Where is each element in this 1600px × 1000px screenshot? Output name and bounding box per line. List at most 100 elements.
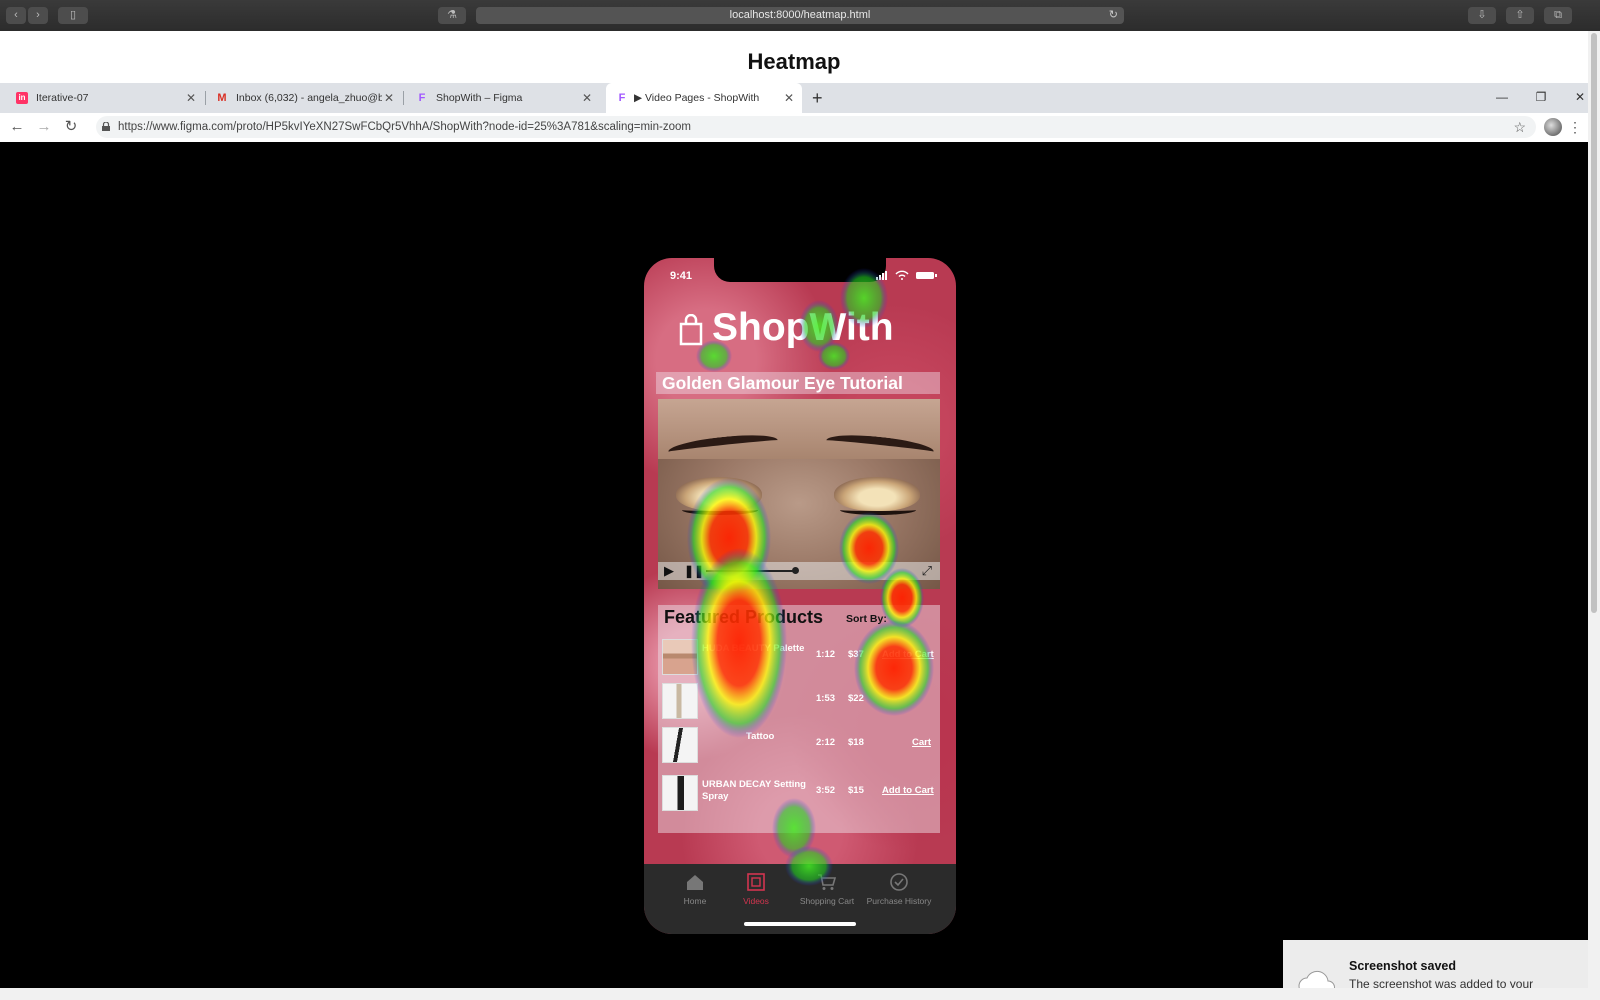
lashes-right: [840, 505, 916, 515]
featured-products-panel: Featured Products Sort By: HUDA BEAUTY P…: [658, 605, 940, 833]
figma-icon: F: [618, 92, 626, 104]
product-timestamp[interactable]: 3:52: [816, 785, 835, 796]
new-tab-button[interactable]: +: [812, 83, 832, 113]
product-price: $15: [848, 785, 864, 796]
video-player[interactable]: [658, 399, 940, 589]
reload-icon[interactable]: ↻: [1109, 7, 1118, 24]
video-title-bar: Golden Glamour Eye Tutorial: [656, 372, 940, 394]
product-thumbnail[interactable]: [662, 683, 698, 719]
close-icon[interactable]: ✕: [784, 83, 794, 113]
forward-arrow-icon[interactable]: →: [35, 118, 53, 136]
bookmark-star-icon[interactable]: ☆: [1513, 118, 1526, 136]
lock-icon: [102, 122, 110, 131]
safari-url-text: localhost:8000/heatmap.html: [729, 9, 871, 21]
chrome-tab-strip: in Iterative-07 ✕ M Inbox (6,032) - ange…: [0, 83, 1588, 113]
featured-products-heading: Featured Products: [664, 607, 824, 627]
status-time: 9:41: [670, 270, 693, 282]
product-timestamp[interactable]: 1:12: [816, 649, 835, 660]
safari-forward-button[interactable]: ›: [28, 7, 48, 24]
notification-title: Screenshot saved: [1349, 959, 1456, 973]
tab-label: ▶ Video Pages - ShopWith: [634, 92, 760, 104]
pause-icon[interactable]: ❚❚: [684, 564, 704, 578]
page-header: Heatmap: [0, 31, 1588, 83]
tab-label: Iterative-07: [36, 92, 89, 104]
seek-bar[interactable]: [706, 570, 794, 572]
flask-icon[interactable]: ⚗: [438, 7, 466, 24]
back-arrow-icon[interactable]: ←: [8, 118, 26, 136]
product-thumbnail[interactable]: [662, 727, 698, 763]
videos-icon: [747, 873, 765, 891]
phone-prototype: 9:41 ShopWith Golden Glamour Eye Tutoria…: [644, 258, 956, 934]
omnibox[interactable]: https://www.figma.com/proto/HP5kvIYeXN27…: [96, 116, 1536, 138]
window-close-icon[interactable]: ✕: [1570, 83, 1590, 113]
seek-handle[interactable]: [792, 567, 799, 574]
tabs-overview-icon[interactable]: ⧉: [1544, 7, 1572, 24]
tab-label: Shopping Cart: [799, 896, 855, 906]
tab-label: Home: [683, 896, 707, 906]
tab-purchase-history[interactable]: Purchase History: [864, 864, 934, 906]
menu-icon[interactable]: ⋮: [1568, 118, 1582, 136]
safari-back-button[interactable]: ‹: [6, 7, 26, 24]
safari-address-bar[interactable]: localhost:8000/heatmap.html ↻: [476, 7, 1124, 24]
browser-tab-iterative[interactable]: in Iterative-07 ✕: [0, 83, 204, 113]
fullscreen-icon[interactable]: ⤢: [922, 563, 932, 579]
product-timestamp[interactable]: 1:53: [816, 693, 835, 704]
share-icon[interactable]: ⇧: [1506, 7, 1534, 24]
browser-tab-figma[interactable]: F ShopWith – Figma ✕: [404, 83, 600, 113]
phone-notch: [714, 258, 886, 282]
app-tab-bar: Home Videos Shopping Cart Purchase Histo…: [644, 864, 956, 934]
video-controls: ▶ ❚❚ ⤢: [658, 562, 940, 580]
product-price: $22: [848, 693, 864, 704]
shopping-bag-icon: [679, 314, 703, 346]
close-icon[interactable]: ✕: [186, 83, 196, 113]
restore-icon[interactable]: ❐: [1531, 83, 1551, 113]
product-thumbnail[interactable]: [662, 639, 698, 675]
sort-by-control[interactable]: Sort By:: [846, 613, 887, 625]
product-row: 1:53 $22: [662, 683, 936, 721]
close-icon[interactable]: ✕: [582, 83, 592, 113]
gmail-icon: M: [217, 92, 227, 104]
download-icon[interactable]: ⇩: [1468, 7, 1496, 24]
product-name: Tattoo: [746, 731, 775, 742]
figma-icon: F: [418, 92, 426, 104]
product-price: $37: [848, 649, 864, 660]
play-icon[interactable]: ▶: [664, 564, 674, 578]
app-title: ShopWith: [712, 306, 894, 349]
sidebar-toggle-icon[interactable]: ▯: [58, 7, 88, 24]
product-price: $18: [848, 737, 864, 748]
horizontal-scrollbar[interactable]: [0, 988, 1588, 1000]
product-row: HUDA BEAUTY Palette 1:12 $37 Add to Cart: [662, 639, 936, 677]
address-url: https://www.figma.com/proto/HP5kvIYeXN27…: [118, 121, 691, 133]
tab-shopping-cart[interactable]: Shopping Cart: [792, 864, 862, 906]
browser-tab-video-pages[interactable]: F ▶ Video Pages - ShopWith ✕: [606, 83, 802, 113]
product-row: Tattoo 2:12 $18 Cart: [662, 727, 936, 765]
status-icons: [876, 270, 937, 280]
tab-home[interactable]: Home: [660, 864, 730, 906]
product-name: HUDA BEAUTY Palette: [702, 643, 805, 654]
cart-icon: [818, 874, 837, 890]
tab-label: Videos: [743, 896, 769, 906]
tab-label: Purchase History: [866, 896, 932, 906]
add-to-cart-button[interactable]: Cart: [912, 737, 931, 748]
scrollbar-thumb[interactable]: [1591, 33, 1597, 613]
tab-videos[interactable]: Videos: [721, 864, 791, 906]
tab-label: Inbox (6,032) - angela_zhuo@bro: [236, 92, 382, 104]
add-to-cart-button[interactable]: Add to Cart: [882, 649, 934, 660]
chrome-toolbar: ← → ↻ https://www.figma.com/proto/HP5kvI…: [0, 113, 1588, 143]
browser-tab-inbox[interactable]: M Inbox (6,032) - angela_zhuo@bro ✕: [206, 83, 402, 113]
product-name: URBAN DECAY Setting Spray: [702, 779, 806, 802]
app-logo: ShopWith: [678, 306, 928, 350]
minimize-icon[interactable]: —: [1492, 83, 1512, 113]
tab-label: ShopWith – Figma: [436, 92, 523, 104]
product-timestamp[interactable]: 2:12: [816, 737, 835, 748]
vertical-scrollbar[interactable]: [1588, 31, 1600, 1000]
reload-icon[interactable]: ↻: [62, 118, 80, 136]
profile-avatar[interactable]: [1544, 118, 1562, 136]
product-row: URBAN DECAY Setting Spray 3:52 $15 Add t…: [662, 775, 936, 813]
add-to-cart-button[interactable]: Add to Cart: [882, 785, 934, 796]
close-icon[interactable]: ✕: [384, 83, 394, 113]
home-icon: [687, 875, 703, 890]
lashes-left: [682, 505, 758, 515]
safari-toolbar: ‹ › ▯ ⚗ localhost:8000/heatmap.html ↻ ⇩ …: [0, 0, 1600, 32]
product-thumbnail[interactable]: [662, 775, 698, 811]
